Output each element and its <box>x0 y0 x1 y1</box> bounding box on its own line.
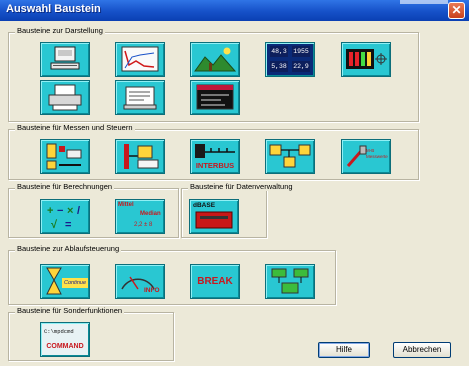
line-chart-icon <box>121 46 159 72</box>
info-label: INFO <box>144 287 160 294</box>
led-bar-icon <box>346 49 387 69</box>
database-icon <box>195 211 233 229</box>
statistics-label-3: 2,2 ± 8 <box>134 222 153 228</box>
landscape-icon <box>194 47 237 72</box>
numeric-value-3: 5,38 <box>270 61 288 72</box>
svg-text:+: + <box>47 205 53 217</box>
tile-arithmetic[interactable]: + − × / √ = <box>40 199 90 234</box>
tile-window-display[interactable] <box>190 80 240 115</box>
title-bar[interactable]: Auswahl Baustein ✕ <box>0 0 469 21</box>
tile-interbus[interactable]: INTERBUS <box>190 139 240 174</box>
command-path-label: C:\mpdcmd <box>44 328 74 335</box>
tile-printer[interactable] <box>40 80 90 115</box>
tile-measurement-io[interactable] <box>40 139 90 174</box>
computer-icon <box>50 46 80 70</box>
numeric-value-4: 22,9 <box>292 61 310 72</box>
tile-statistics[interactable]: Mittel Median 2,2 ± 8 <box>115 199 165 234</box>
tile-branch[interactable] <box>265 264 315 299</box>
interbus-label: INTERBUS <box>195 161 235 170</box>
tile-computer-display[interactable] <box>40 42 90 77</box>
statistics-label-2: Median <box>140 211 161 217</box>
group-label: Bausteine zur Darstellung <box>15 26 105 35</box>
arithmetic-icon: + − × / √ = <box>47 205 80 231</box>
window-icon <box>196 84 234 110</box>
tile-break[interactable]: BREAK <box>190 264 240 299</box>
messwerte-label: M-B Messwerte <box>366 148 388 159</box>
svg-text:√: √ <box>51 219 58 231</box>
tile-command[interactable]: C:\mpdcmd COMMAND <box>40 322 90 357</box>
statistics-label-1: Mittel <box>118 202 134 208</box>
document-icon <box>123 86 157 110</box>
tile-report[interactable] <box>115 80 165 115</box>
network-icon <box>269 144 311 168</box>
flowchart-icon <box>271 268 309 294</box>
tile-led-display[interactable] <box>341 42 391 77</box>
numeric-value-2: 1955 <box>292 46 310 57</box>
tile-relay-control[interactable] <box>115 139 165 174</box>
group-label: Bausteine für Datenverwaltung <box>188 182 295 191</box>
svg-text:=: = <box>65 219 71 231</box>
break-label: BREAK <box>197 276 233 287</box>
tile-graph-display[interactable] <box>115 42 165 77</box>
svg-text:/: / <box>77 205 80 217</box>
tile-database[interactable]: dBASE <box>189 199 239 234</box>
group-label: Bausteine für Sonderfunktionen <box>15 306 125 315</box>
continue-label: Continue <box>62 278 88 288</box>
svg-text:−: − <box>57 205 63 217</box>
io-module-icon <box>46 143 82 170</box>
group-label: Bausteine für Berechnungen <box>15 182 115 191</box>
tile-numeric-display[interactable]: 48,3 1955 5,38 22,9 <box>265 42 315 77</box>
printer-icon <box>48 84 82 111</box>
numeric-value-1: 48,3 <box>270 46 288 57</box>
titlebar-highlight <box>400 0 448 4</box>
tile-info[interactable]: INFO <box>115 264 165 299</box>
cancel-button[interactable]: Abbrechen <box>393 342 451 358</box>
group-label: Bausteine zur Ablaufsteuerung <box>15 244 122 253</box>
dialog-window: Auswahl Baustein ✕ Bausteine zur Darstel… <box>0 0 469 366</box>
help-button[interactable]: Hilfe <box>318 342 370 358</box>
tile-network[interactable] <box>265 139 315 174</box>
group-sonder: Bausteine für Sonderfunktionen <box>8 306 174 361</box>
tile-picture-display[interactable] <box>190 42 240 77</box>
svg-text:×: × <box>67 205 73 217</box>
tile-continue[interactable]: Continue <box>40 264 90 299</box>
group-label: Bausteine für Messen und Steuern <box>15 123 135 132</box>
window-title: Auswahl Baustein <box>6 3 101 15</box>
command-label: COMMAND <box>46 343 84 350</box>
close-icon[interactable]: ✕ <box>448 2 465 19</box>
tile-messwerte[interactable]: M-B Messwerte <box>341 139 391 174</box>
relay-icon <box>124 144 159 169</box>
